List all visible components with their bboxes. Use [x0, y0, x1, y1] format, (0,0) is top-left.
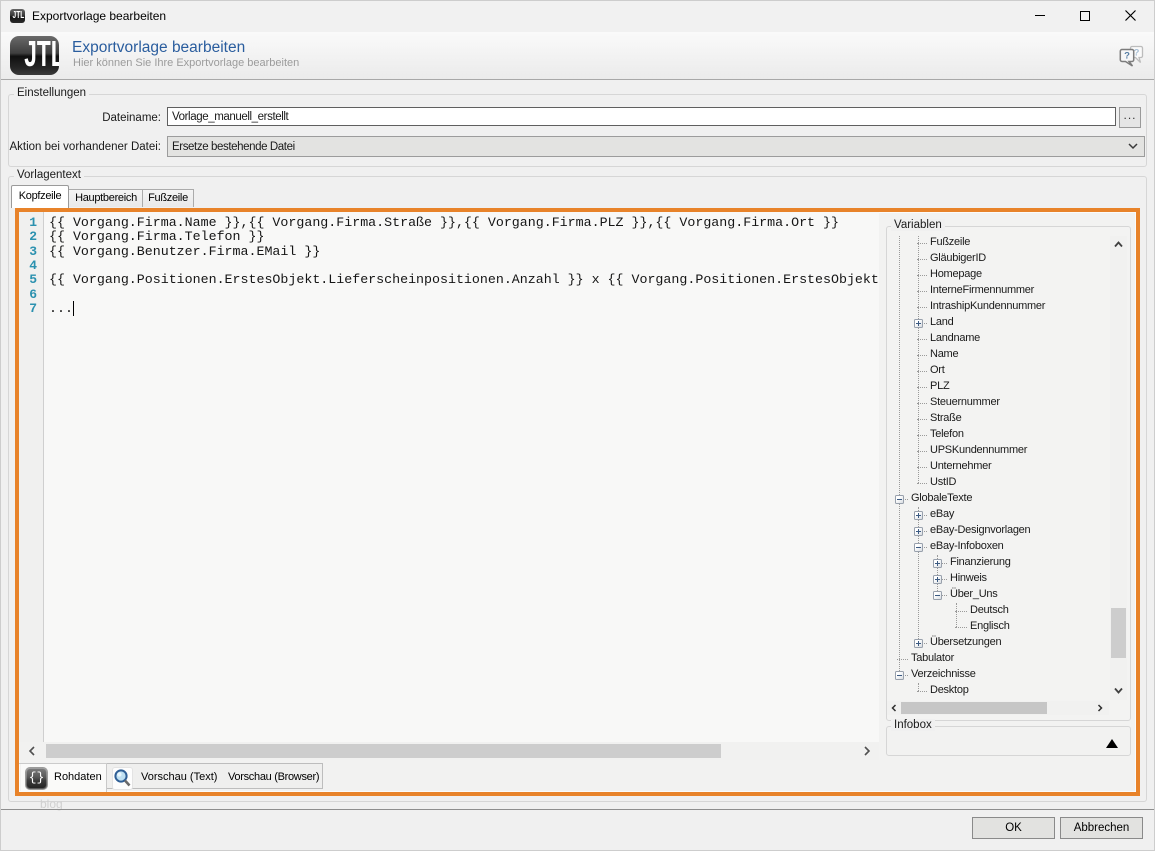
svg-text:?: ?: [1124, 51, 1130, 62]
svg-text:?: ?: [1134, 48, 1140, 59]
